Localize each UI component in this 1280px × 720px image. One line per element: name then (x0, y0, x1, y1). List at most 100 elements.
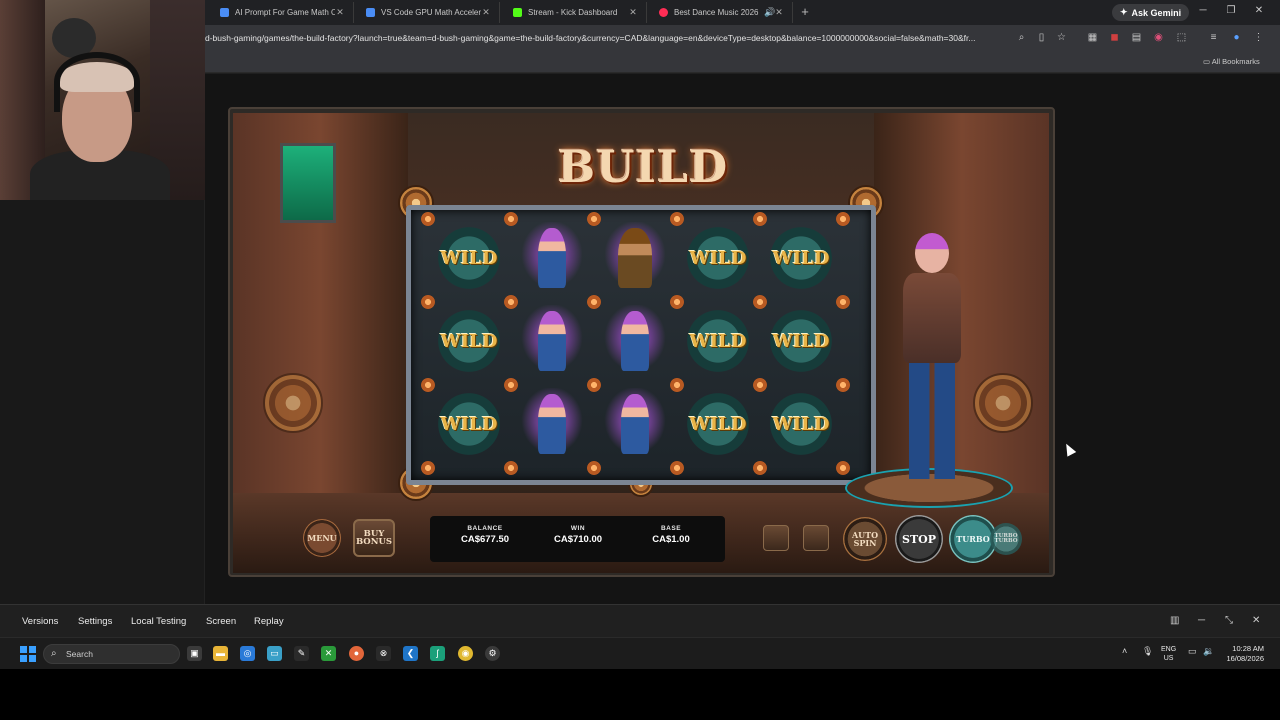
app-icon[interactable]: ʃ (430, 646, 445, 661)
windows-start-icon[interactable] (20, 646, 36, 662)
close-icon[interactable]: ✕ (774, 7, 784, 18)
xbox-icon[interactable]: ✕ (321, 646, 336, 661)
wild-symbol: WILD (433, 222, 505, 294)
language-code: ENG (1161, 646, 1177, 653)
puzzle-icon[interactable]: ⬚ (1176, 32, 1187, 43)
app-icon[interactable]: ⚙ (485, 646, 500, 661)
task-view-icon[interactable]: ▣ (187, 646, 202, 661)
stop-button[interactable]: STOP (895, 515, 943, 563)
minimize-icon[interactable]: ─ (1198, 615, 1205, 626)
extension-icon[interactable]: ◉ (1153, 32, 1164, 43)
stats-bar: BALANCE CA$677.50 WIN CA$710.00 BASE CA$… (430, 516, 725, 562)
rivet-decoration (587, 461, 601, 475)
bet-decrease-button[interactable] (763, 525, 789, 551)
tab-ai-prompt[interactable]: AI Prompt For Game Math Ove ✕ (212, 2, 354, 23)
youtube-favicon-icon (659, 8, 668, 17)
ask-gemini-label: Ask Gemini (1131, 7, 1182, 18)
restore-icon[interactable]: ❐ (1224, 5, 1238, 16)
windows-taskbar: ⌕ Search ▣ ▬ ◎ ▭ ✎ ✕ ● ⊗ ❮ ʃ ◉ ⚙ ˄ 🎙 ENG… (0, 637, 1280, 669)
all-bookmarks-button[interactable]: ▭ All Bookmarks (1203, 57, 1260, 66)
wild-symbol: WILD (682, 388, 754, 460)
app-icon[interactable]: ⊗ (376, 646, 391, 661)
close-icon[interactable]: ✕ (481, 7, 491, 18)
game-hud: MENU BUY BONUS BALANCE CA$677.50 WIN CA$… (293, 513, 1022, 565)
rivet-decoration (836, 378, 850, 392)
menu-button[interactable]: MENU (303, 519, 341, 557)
rivet-decoration (670, 378, 684, 392)
clock-date: 16/08/2026 (1226, 654, 1264, 663)
dev-toolbar: Versions Settings Local Testing Screen R… (0, 604, 1280, 637)
new-tab-button[interactable]: + (798, 4, 812, 19)
reel-grid: WILD WILD WILD WILD WILD WILD WILD WILD WILD (406, 205, 876, 485)
firefox-icon[interactable]: ● (349, 646, 364, 661)
zoom-icon[interactable]: ⌕ (1016, 32, 1027, 43)
tab-dance-music[interactable]: Best Dance Music 2026 🔊 ✕ (651, 2, 793, 23)
character-figure (538, 394, 566, 454)
rivet-decoration (836, 461, 850, 475)
layout-icon[interactable]: ▥ (1170, 615, 1179, 626)
file-explorer-icon[interactable]: ▬ (213, 646, 228, 661)
tab-local-testing[interactable]: Local Testing (131, 616, 186, 627)
playlist-icon[interactable]: ≡ (1208, 32, 1219, 43)
close-window-icon[interactable]: ✕ (1252, 5, 1266, 16)
page-icon[interactable]: ▯ (1036, 32, 1047, 43)
ask-gemini-button[interactable]: ✦ Ask Gemini (1112, 4, 1190, 21)
tab-replay[interactable]: Replay (254, 616, 284, 627)
network-icon[interactable]: ▭ (1188, 646, 1197, 657)
turbo-turbo-button[interactable]: TURBO TURBO (990, 523, 1022, 555)
wild-symbol: WILD (765, 388, 837, 460)
wild-label: WILD (440, 247, 498, 269)
gemini-favicon-icon (220, 8, 229, 17)
balance-label: BALANCE (467, 525, 503, 532)
terminal-icon[interactable]: ✎ (294, 646, 309, 661)
wild-symbol: WILD (682, 222, 754, 294)
microphone-icon[interactable]: 🎙 (1142, 646, 1153, 657)
remote-desktop-icon[interactable]: ▭ (267, 646, 282, 661)
character-figure (621, 394, 649, 454)
gemini-favicon-icon (366, 8, 375, 17)
minimize-icon[interactable]: ─ (1196, 5, 1210, 16)
chevron-up-icon[interactable]: ˄ (1122, 646, 1127, 656)
wild-label: WILD (689, 413, 747, 435)
game-canvas[interactable]: BUILD FACTORY WILDWILDWILDWILDWILDWILDWI… (233, 113, 1049, 573)
extension-icon[interactable]: ◼ (1109, 32, 1120, 43)
extension-icon[interactable]: ▦ (1087, 32, 1098, 43)
star-icon[interactable]: ☆ (1056, 32, 1067, 43)
tab-versions[interactable]: Versions (22, 616, 58, 627)
rivet-decoration (670, 461, 684, 475)
close-icon[interactable]: ✕ (1252, 615, 1260, 626)
character-figure (621, 311, 649, 371)
avatar[interactable]: ● (1231, 32, 1242, 43)
collapse-icon[interactable]: ⤡ (1225, 615, 1233, 626)
wild-label: WILD (689, 330, 747, 352)
clock[interactable]: 10:28 AM 16/08/2026 (1222, 644, 1264, 664)
rivet-decoration (836, 212, 850, 226)
extension-icon[interactable]: ▤ (1131, 32, 1142, 43)
rivet-decoration (587, 212, 601, 226)
all-bookmarks-label: All Bookmarks (1211, 57, 1260, 66)
wild-label: WILD (772, 413, 830, 435)
speaker-icon[interactable]: 🔊 (764, 7, 775, 18)
auto-spin-button[interactable]: AUTO SPIN (843, 517, 887, 561)
tab-kick-dashboard[interactable]: Stream - Kick Dashboard ✕ (505, 2, 647, 23)
rivet-decoration (504, 212, 518, 226)
app-icon[interactable]: ◎ (240, 646, 255, 661)
close-icon[interactable]: ✕ (628, 7, 638, 18)
volume-icon[interactable]: 🔉 (1203, 646, 1214, 657)
search-icon: ⌕ (51, 648, 57, 659)
tab-screen[interactable]: Screen (206, 616, 236, 627)
buy-bonus-button[interactable]: BUY BONUS (353, 519, 395, 557)
bet-increase-button[interactable] (803, 525, 829, 551)
url-field[interactable]: d-bush-gaming/games/the-build-factory?la… (205, 33, 1010, 43)
close-icon[interactable]: ✕ (335, 7, 345, 18)
gear-icon (263, 373, 323, 433)
tab-vscode-gpu[interactable]: VS Code GPU Math Acceleratio ✕ (358, 2, 500, 23)
taskbar-search-input[interactable]: ⌕ Search (43, 644, 180, 664)
tab-settings[interactable]: Settings (78, 616, 112, 627)
rivet-decoration (753, 378, 767, 392)
more-menu-icon[interactable]: ⋮ (1253, 32, 1264, 43)
vscode-icon[interactable]: ❮ (403, 646, 418, 661)
language-indicator[interactable]: ENG US (1161, 645, 1176, 663)
chrome-icon[interactable]: ◉ (458, 646, 473, 661)
rivet-decoration (670, 295, 684, 309)
